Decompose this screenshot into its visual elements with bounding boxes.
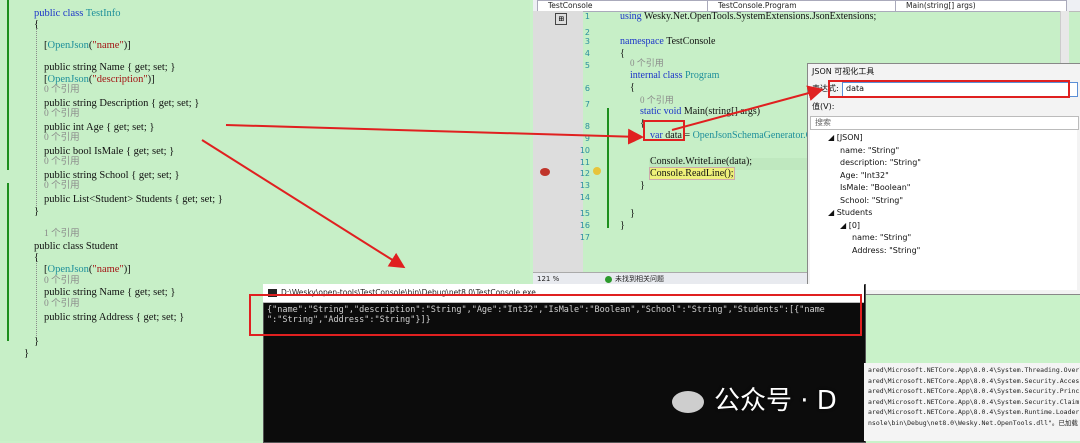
wechat-icon (672, 390, 704, 413)
output-line: ared\Microsoft.NETCore.App\8.0.4\System.… (868, 376, 1080, 385)
output-line: ared\Microsoft.NETCore.App\8.0.4\System.… (868, 366, 1080, 374)
output-line: nsole\bin\Debug\net8.0\Wesky.Net.OpenToo… (868, 418, 1078, 427)
arrow-to-console (201, 139, 406, 269)
output-line: ared\Microsoft.NETCore.App\8.0.4\System.… (868, 397, 1080, 406)
watermark-text: 公众号 · D (714, 386, 837, 416)
arrow-to-json (671, 85, 824, 131)
expression-highlight-box (828, 80, 1070, 98)
output-line: ared\Microsoft.NETCore.App\8.0.4\System.… (868, 408, 1080, 416)
console-output-highlight-box (249, 294, 862, 336)
arrow-to-var (225, 124, 644, 145)
var-highlight-box (643, 120, 685, 141)
watermark: 公众号 · D (672, 380, 837, 417)
output-line: ared\Microsoft.NETCore.App\8.0.4\System.… (868, 387, 1080, 395)
